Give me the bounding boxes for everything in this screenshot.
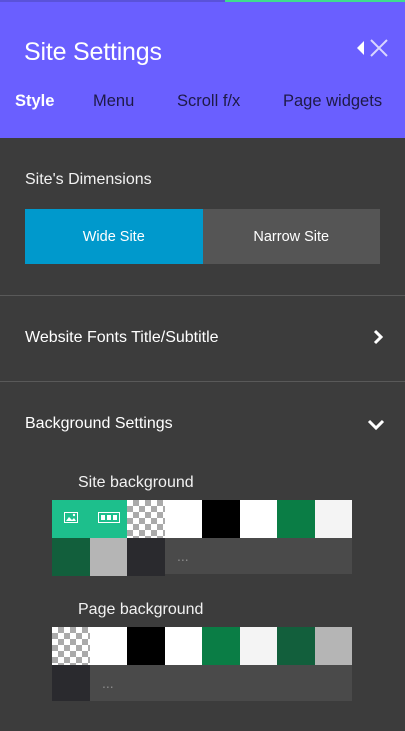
color-swatch[interactable]: [240, 500, 277, 538]
more-colors-field[interactable]: ...: [165, 538, 352, 574]
tab-page-widgets[interactable]: Page widgets: [283, 92, 382, 111]
divider: [0, 381, 405, 382]
video-background-swatch[interactable]: [90, 500, 127, 538]
close-icon[interactable]: [369, 38, 389, 58]
page-background-label: Page background: [78, 601, 204, 618]
site-background-label: Site background: [78, 474, 194, 491]
back-icon[interactable]: [355, 40, 365, 56]
video-icon: [97, 510, 120, 528]
color-swatch[interactable]: [127, 538, 165, 576]
chevron-down-icon: [367, 417, 385, 436]
color-swatch[interactable]: [202, 500, 240, 538]
page-background-swatches: ...: [52, 627, 352, 701]
website-fonts-section[interactable]: Website Fonts Title/Subtitle: [0, 319, 405, 359]
site-size-toggle: Wide Site Narrow Site: [25, 209, 380, 264]
wide-site-button[interactable]: Wide Site: [25, 209, 203, 264]
tab-bar: Style Menu Scroll f/x Page widgets: [0, 92, 405, 116]
chevron-right-icon: [371, 329, 385, 350]
color-swatch[interactable]: [277, 500, 315, 538]
color-swatch[interactable]: [165, 627, 202, 665]
color-swatch[interactable]: [277, 627, 315, 665]
color-swatch[interactable]: [202, 627, 240, 665]
color-swatch[interactable]: [90, 627, 127, 665]
narrow-site-button[interactable]: Narrow Site: [202, 209, 380, 264]
settings-panel: Site's Dimensions Wide Site Narrow Site …: [0, 138, 405, 731]
color-swatch[interactable]: [52, 665, 90, 701]
background-settings-section[interactable]: Background Settings: [0, 405, 405, 445]
color-swatch[interactable]: [240, 627, 277, 665]
color-swatch[interactable]: [315, 627, 352, 665]
color-swatch[interactable]: [90, 538, 127, 576]
image-icon: [64, 510, 78, 528]
image-background-swatch[interactable]: [52, 500, 90, 538]
color-swatch[interactable]: [127, 627, 165, 665]
settings-header: Site Settings Style Menu Scroll f/x Page…: [0, 2, 405, 138]
tab-scroll-fx[interactable]: Scroll f/x: [177, 92, 240, 111]
color-swatch[interactable]: [315, 500, 352, 538]
tab-style[interactable]: Style: [15, 92, 54, 111]
website-fonts-label: Website Fonts Title/Subtitle: [25, 329, 219, 346]
more-colors-field[interactable]: ...: [90, 665, 352, 701]
divider: [0, 295, 405, 296]
tab-menu[interactable]: Menu: [93, 92, 134, 111]
color-swatch[interactable]: [165, 500, 202, 538]
site-background-swatches: ...: [52, 500, 352, 576]
header-icons: [355, 38, 389, 58]
transparent-swatch[interactable]: [52, 627, 90, 665]
page-title: Site Settings: [24, 38, 162, 66]
color-swatch[interactable]: [52, 538, 90, 576]
transparent-swatch[interactable]: [127, 500, 165, 538]
site-dimensions-label: Site's Dimensions: [25, 171, 152, 188]
background-settings-label: Background Settings: [25, 415, 173, 432]
